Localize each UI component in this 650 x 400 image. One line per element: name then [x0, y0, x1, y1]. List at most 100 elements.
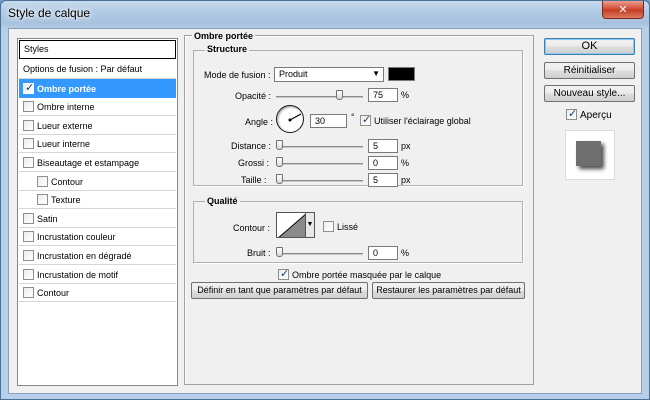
style-item-label: Satin: [37, 213, 58, 224]
contour-dropdown-button[interactable]: ▼: [306, 212, 315, 238]
opacity-slider-track[interactable]: [276, 96, 363, 98]
size-label: Taille :: [241, 175, 267, 185]
ok-button[interactable]: OK: [544, 38, 635, 55]
style-item-label: Ombre interne: [37, 102, 95, 113]
close-button[interactable]: ✕: [602, 1, 644, 19]
opacity-slider-thumb[interactable]: [336, 90, 343, 100]
new-style-button[interactable]: Nouveau style...: [544, 85, 635, 102]
style-item-label: Contour: [51, 176, 84, 187]
window-title: Style de calque: [8, 6, 91, 20]
global-light-label: Utiliser l'éclairage global: [374, 116, 471, 126]
spread-unit: %: [401, 158, 410, 168]
style-item[interactable]: Incrustation en dégradé: [19, 246, 176, 265]
distance-slider-track[interactable]: [276, 146, 363, 148]
style-item-checkbox[interactable]: [23, 287, 34, 299]
styles-list: Styles Options de fusion : Par défaut Omb…: [17, 38, 178, 386]
style-item[interactable]: Texture: [19, 190, 176, 210]
style-item-label: Incrustation en dégradé: [37, 251, 132, 261]
size-input[interactable]: 5: [368, 173, 398, 187]
opacity-input[interactable]: 75: [368, 88, 398, 102]
style-item[interactable]: Incrustation couleur: [19, 227, 176, 247]
style-item-label: Lueur externe: [37, 120, 93, 131]
style-item-label: Incrustation couleur: [37, 232, 116, 243]
style-item-label: Texture: [51, 195, 81, 206]
preview-checkbox[interactable]: [566, 107, 577, 120]
style-item[interactable]: Incrustation de motif: [19, 265, 176, 284]
style-item-checkbox[interactable]: [23, 101, 34, 113]
noise-slider-track[interactable]: [276, 253, 363, 255]
style-item[interactable]: Biseautage et estampage: [19, 153, 176, 172]
style-item[interactable]: Lueur interne: [19, 134, 176, 154]
style-item-label: Contour: [37, 288, 70, 299]
style-item[interactable]: Ombre interne: [19, 97, 176, 117]
antialias-label: Lissé: [337, 222, 359, 232]
dialog-client: Styles Options de fusion : Par défaut Omb…: [8, 28, 642, 394]
blend-mode-select[interactable]: Produit ▼: [274, 67, 384, 82]
style-item[interactable]: Satin: [19, 209, 176, 228]
angle-dial[interactable]: [276, 105, 304, 133]
reset-button[interactable]: Réinitialiser: [544, 62, 635, 79]
styles-header[interactable]: Styles: [19, 40, 176, 59]
noise-slider-thumb[interactable]: [276, 247, 283, 257]
distance-slider-thumb[interactable]: [276, 140, 283, 150]
preview-label: Aperçu: [580, 110, 612, 121]
contour-label: Contour :: [233, 223, 271, 233]
style-item-label: Biseautage et estampage: [37, 158, 140, 168]
angle-unit: °: [351, 112, 355, 122]
distance-unit: px: [401, 141, 411, 151]
knockout-checkbox[interactable]: [278, 267, 289, 280]
global-light-checkbox[interactable]: [360, 113, 371, 126]
shadow-color-swatch[interactable]: [388, 67, 415, 81]
opacity-unit: %: [401, 90, 410, 100]
drop-shadow-panel: Ombre portée Structure Mode de fusion : …: [184, 31, 534, 385]
style-item-checkbox[interactable]: [23, 212, 34, 224]
chevron-down-icon: ▼: [306, 221, 314, 228]
size-slider-track[interactable]: [276, 180, 363, 182]
style-item-checkbox[interactable]: [23, 268, 34, 280]
preview-option[interactable]: Aperçu: [566, 107, 612, 121]
noise-label: Bruit :: [247, 248, 271, 258]
style-item-checkbox[interactable]: [23, 119, 34, 131]
reset-default-button[interactable]: Restaurer les paramètres par défaut: [372, 282, 525, 299]
style-item[interactable]: Options de fusion : Par défaut: [19, 60, 176, 79]
angle-label: Angle :: [245, 117, 274, 127]
style-item-checkbox[interactable]: [23, 81, 34, 94]
knockout-label: Ombre portée masquée par le calque: [292, 270, 442, 280]
contour-curve-icon: [278, 214, 305, 237]
antialias-checkbox[interactable]: [323, 221, 334, 232]
size-unit: px: [401, 175, 411, 185]
antialias-option[interactable]: Lissé: [323, 221, 358, 232]
chevron-down-icon: ▼: [372, 69, 380, 78]
make-default-button[interactable]: Définir en tant que paramètres par défau…: [191, 282, 368, 299]
distance-input[interactable]: 5: [368, 139, 398, 153]
style-item-checkbox[interactable]: [37, 175, 48, 187]
style-item[interactable]: Contour: [19, 283, 176, 303]
section-title: Ombre portée: [192, 31, 256, 41]
style-item[interactable]: Lueur externe: [19, 116, 176, 135]
style-item[interactable]: Ombre portée: [19, 78, 176, 98]
style-item-checkbox[interactable]: [23, 157, 34, 168]
angle-dial-needle-icon: [288, 113, 302, 122]
global-light-option[interactable]: Utiliser l'éclairage global: [360, 113, 471, 126]
style-item-checkbox[interactable]: [23, 231, 34, 243]
size-slider-thumb[interactable]: [276, 174, 283, 184]
style-item-label: Incrustation de motif: [37, 269, 119, 280]
style-item-label: Ombre portée: [37, 83, 97, 94]
knockout-option[interactable]: Ombre portée masquée par le calque: [278, 267, 442, 280]
contour-picker[interactable]: [276, 212, 306, 238]
title-bar[interactable]: Style de calque ✕: [1, 1, 649, 27]
style-item[interactable]: Contour: [19, 172, 176, 191]
style-item-checkbox[interactable]: [23, 138, 34, 150]
spread-input[interactable]: 0: [368, 156, 398, 170]
structure-title: Structure: [205, 44, 250, 54]
style-item-checkbox[interactable]: [37, 194, 48, 206]
spread-slider-track[interactable]: [276, 163, 363, 165]
style-preview: [565, 130, 615, 180]
preview-thumbnail: [576, 141, 601, 166]
spread-slider-thumb[interactable]: [276, 157, 283, 167]
angle-input[interactable]: 30: [310, 114, 347, 128]
noise-input[interactable]: 0: [368, 246, 398, 260]
distance-label: Distance :: [231, 141, 272, 151]
style-item-checkbox[interactable]: [23, 250, 34, 261]
opacity-label: Opacité :: [235, 91, 272, 101]
